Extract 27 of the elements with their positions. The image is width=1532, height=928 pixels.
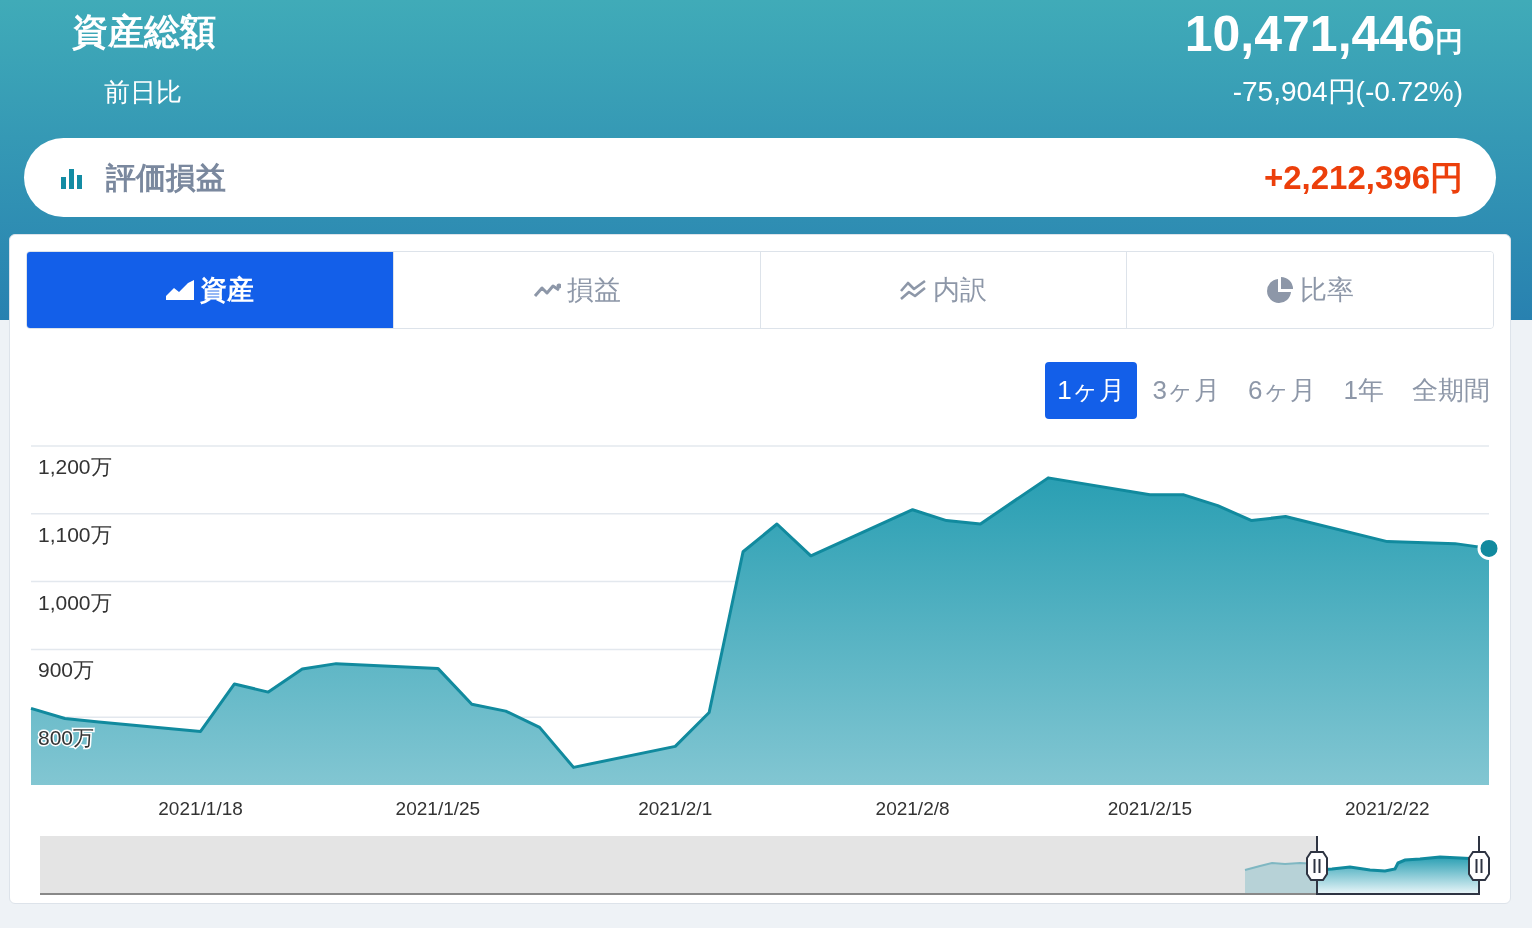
total-assets-value: 10,471,446円	[1184, 6, 1463, 64]
y-axis-label: 900万	[38, 658, 95, 682]
x-axis-label: 2021/2/8	[875, 798, 950, 819]
double-line-icon	[899, 279, 928, 301]
range-handle[interactable]	[1468, 851, 1490, 881]
x-axis-label: 2021/1/18	[158, 798, 243, 819]
pie-chart-icon	[1266, 276, 1295, 304]
chart-tab[interactable]: 資産	[27, 252, 393, 328]
x-axis-label: 2021/2/15	[1107, 798, 1193, 819]
x-axis-label: 2021/2/22	[1345, 798, 1430, 819]
day-change-value: -75,904円(-0.72%)	[1232, 75, 1463, 109]
x-axis-label: 2021/2/1	[638, 798, 713, 819]
y-axis-label: 1,200万	[38, 455, 112, 478]
area-chart-icon	[165, 280, 194, 300]
y-axis-label: 1,100万	[38, 522, 112, 546]
trend-line-icon	[532, 281, 561, 299]
unrealized-profit-value: +2,212,396円	[1263, 157, 1463, 198]
bar-chart-icon	[60, 166, 84, 189]
range-handle[interactable]	[1306, 851, 1328, 881]
y-axis-label: 800万	[38, 726, 95, 750]
total-assets-title: 資産総額	[72, 10, 216, 54]
period-button[interactable]: 1ヶ月	[1045, 362, 1137, 419]
unrealized-profit-label: 評価損益	[106, 160, 226, 196]
day-change-label: 前日比	[104, 75, 182, 109]
x-axis-label: 2021/1/25	[395, 798, 481, 819]
chart-tab[interactable]: 比率	[1126, 252, 1493, 328]
y-axis-label: 1,000万	[38, 590, 112, 614]
